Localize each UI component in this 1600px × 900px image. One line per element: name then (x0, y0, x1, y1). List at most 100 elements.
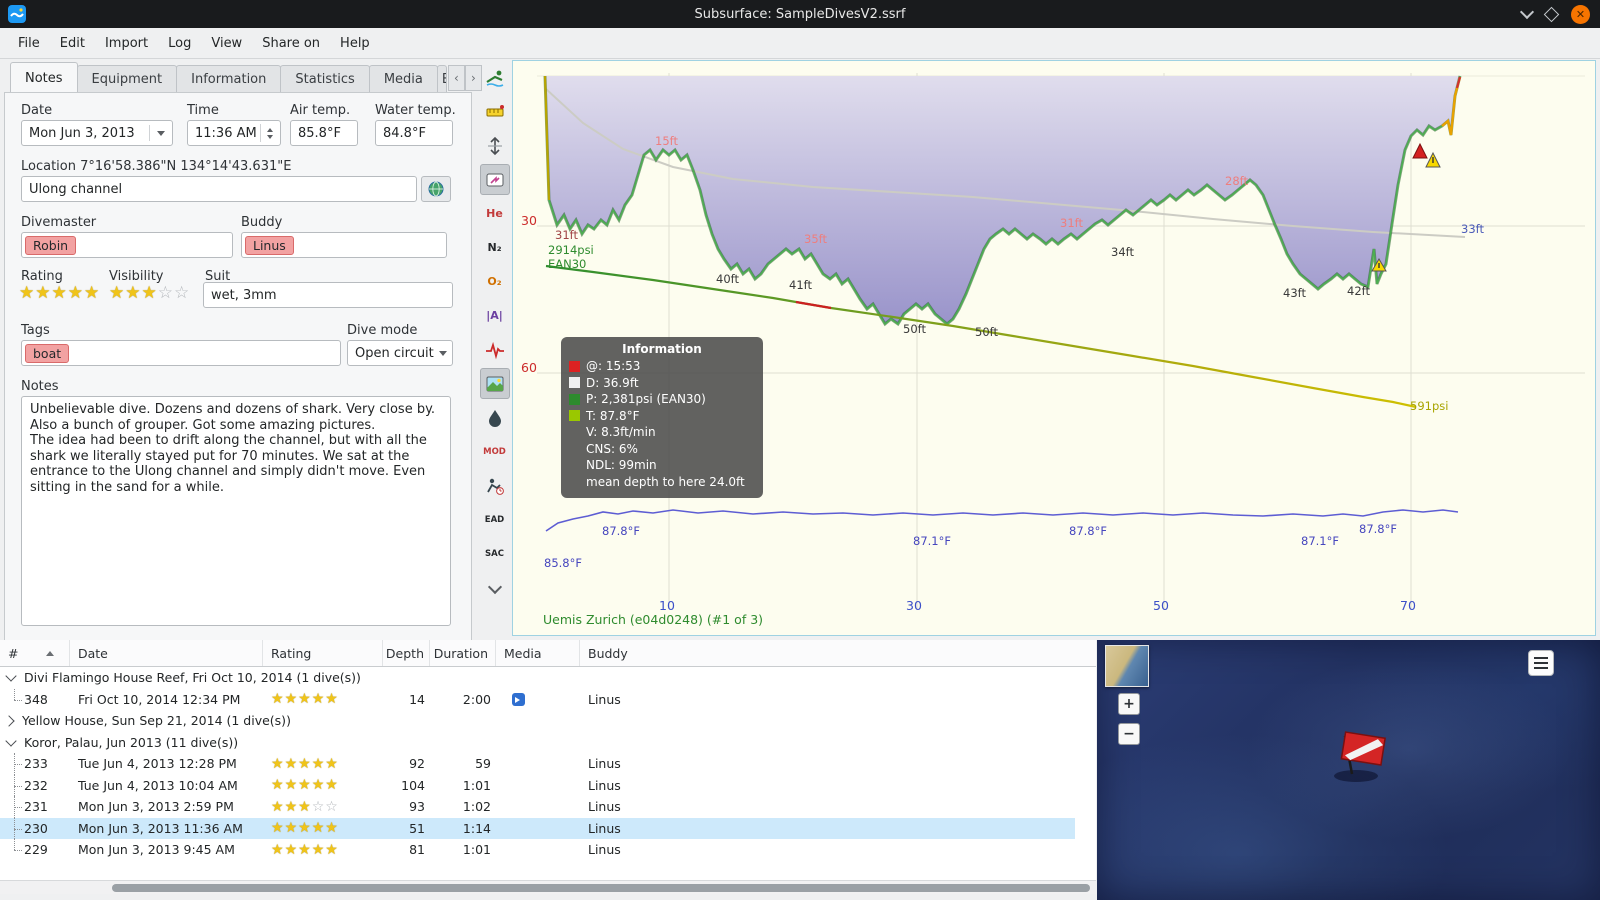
suit-field[interactable]: wet, 3mm (203, 282, 453, 308)
maximize-icon[interactable] (1543, 6, 1560, 22)
mod-button[interactable]: MOD (480, 436, 510, 467)
star-icon: ★ (284, 755, 299, 772)
collapse-toolbar-button[interactable] (480, 572, 510, 603)
map-panel[interactable]: + − (1097, 640, 1600, 900)
column-date[interactable]: Date (70, 640, 263, 666)
column-media[interactable]: Media (496, 640, 580, 666)
tab-statistics[interactable]: Statistics (280, 65, 370, 93)
divemaster-field[interactable]: Robin (21, 232, 233, 258)
runner-clock-icon (486, 478, 504, 495)
tab-notes[interactable]: Notes (10, 62, 78, 93)
depth-annotation: 50ft (975, 325, 998, 339)
menu-view[interactable]: View (201, 32, 252, 55)
ruler-button[interactable] (480, 96, 510, 127)
tab-equipment[interactable]: Equipment (76, 65, 178, 93)
dive-row[interactable]: 231 Mon Jun 3, 2013 2:59 PM ★ ★ ★ ☆ ☆ 93 1:0… (0, 796, 1075, 818)
depth-annotation: 42ft (1347, 284, 1370, 298)
buddy-label: Buddy (241, 215, 283, 230)
dive-row[interactable]: 233 Tue Jun 4, 2013 12:28 PM ★ ★ ★ ★ ★ 92 59… (0, 753, 1075, 775)
globe-button[interactable] (421, 176, 451, 202)
buddy-field[interactable]: Linus (241, 232, 447, 258)
tags-field[interactable]: boat (21, 340, 341, 366)
ceiling-button[interactable] (479, 164, 510, 195)
rating-stars[interactable]: ★ ★ ★ ★ ★ (19, 285, 100, 302)
tab-extra[interactable]: E (436, 65, 447, 93)
dive-row[interactable]: 348 Fri Oct 10, 2014 12:34 PM ★ ★ ★ ★ ★ 14 2… (0, 688, 1075, 711)
map-overview-thumbnail[interactable] (1105, 645, 1149, 687)
star-icon: ★ (19, 283, 36, 303)
column-rating[interactable]: Rating (263, 640, 383, 666)
time-stepper[interactable]: 11:36 AM (187, 120, 281, 146)
column-depth[interactable]: Depth (383, 640, 430, 666)
tooltip-title: Information (622, 342, 702, 356)
dive-row[interactable]: 232 Tue Jun 4, 2013 10:04 AM ★ ★ ★ ★ ★ 104 1… (0, 774, 1075, 797)
column-number[interactable]: # (0, 640, 70, 666)
dive-row-selected[interactable]: 230 Mon Jun 3, 2013 11:36 AM ★ ★ ★ ★ ★ 51 1:… (0, 817, 1075, 840)
star-icon: ★ (271, 798, 285, 815)
tab-scroll-left-icon[interactable]: ‹ (447, 65, 465, 91)
nitrogen-graph-button[interactable]: N₂ (480, 232, 510, 263)
map-menu-button[interactable] (1528, 650, 1554, 676)
photo-icon (486, 376, 503, 391)
menu-file[interactable]: File (8, 32, 50, 55)
location-field[interactable]: Ulong channel (21, 176, 417, 202)
dive-site-flag-marker[interactable] (1312, 712, 1422, 802)
dive-computer-button[interactable] (480, 62, 510, 93)
column-duration[interactable]: Duration (430, 640, 496, 666)
visibility-stars[interactable]: ★ ★ ★ ☆ ☆ (109, 285, 190, 302)
water-temp-field[interactable]: 84.8°F (375, 120, 453, 146)
heart-rate-button[interactable] (480, 334, 510, 365)
dive-row[interactable]: 229 Mon Jun 3, 2013 9:45 AM ★ ★ ★ ★ ★ 81 1:0… (0, 839, 1075, 861)
notes-textarea[interactable]: Unbelievable dive. Dozens and dozens of … (21, 396, 451, 626)
menu-import[interactable]: Import (95, 32, 158, 55)
tab-information[interactable]: Information (176, 65, 282, 93)
minimize-icon[interactable] (1519, 4, 1535, 20)
depth-annotation: 33ft (1461, 222, 1484, 236)
star-icon: ★ (325, 820, 339, 837)
ead-button[interactable]: EAD (480, 504, 510, 535)
horizontal-scrollbar[interactable] (0, 880, 1096, 894)
close-icon[interactable]: ✕ (1571, 4, 1590, 24)
tab-media[interactable]: Media (368, 65, 438, 93)
trip-row[interactable]: Yellow House, Sun Sep 21, 2014 (1 dive(s… (0, 710, 1075, 732)
dive-mode-select[interactable]: Open circuit (347, 340, 453, 366)
zoom-in-button[interactable]: + (1118, 693, 1140, 715)
expander-closed-icon[interactable] (3, 715, 15, 727)
gas-pressures-button[interactable] (480, 402, 510, 433)
trip-row[interactable]: Divi Flamingo House Reef, Fri Oct 10, 20… (0, 667, 1075, 689)
star-icon: ☆ (325, 798, 339, 815)
menu-edit[interactable]: Edit (50, 32, 95, 55)
scale-button[interactable] (480, 130, 510, 161)
media-icon[interactable] (512, 692, 525, 706)
rating-label: Rating (21, 269, 63, 284)
oxygen-graph-button[interactable]: O₂ (480, 266, 510, 297)
ndl-button[interactable] (480, 470, 510, 501)
helium-graph-button[interactable]: He (480, 198, 510, 229)
tag-chip[interactable]: boat (25, 343, 70, 363)
column-buddy[interactable]: Buddy (580, 640, 1096, 666)
buddy-chip[interactable]: Linus (245, 235, 294, 255)
profile-info-tooltip[interactable]: Information @: 15:53 D: 36.9ft P: 2,381p… (561, 337, 763, 498)
depth-annotation: 31ft (555, 228, 578, 242)
expander-open-icon[interactable] (5, 735, 17, 747)
expander-open-icon[interactable] (5, 670, 17, 682)
window-title: Subsurface: SampleDivesV2.ssrf (694, 6, 906, 22)
zoom-out-button[interactable]: − (1118, 723, 1140, 745)
temp-label: 87.8°F (1069, 524, 1107, 538)
dive-mode-label: Dive mode (347, 323, 418, 338)
visibility-label: Visibility (109, 269, 164, 284)
menu-log[interactable]: Log (158, 32, 201, 55)
trip-row[interactable]: Koror, Palau, Jun 2013 (11 dive(s)) (0, 732, 1075, 754)
sac-button[interactable]: SAC (480, 538, 510, 569)
spinner-arrows-icon[interactable] (260, 124, 273, 142)
photos-button[interactable] (479, 368, 510, 399)
depth-annotation: 50ft (903, 322, 926, 336)
date-select[interactable]: Mon Jun 3, 2013 (21, 120, 173, 146)
divemaster-chip[interactable]: Robin (25, 235, 77, 255)
menu-help[interactable]: Help (330, 32, 380, 55)
air-density-button[interactable]: |A| (480, 300, 510, 331)
scrollbar-handle[interactable] (112, 884, 1090, 892)
menu-share-on[interactable]: Share on (252, 32, 330, 55)
air-temp-field[interactable]: 85.8°F (290, 120, 358, 146)
row-rating-stars: ★ ★ ★ ★ ★ (263, 818, 383, 840)
